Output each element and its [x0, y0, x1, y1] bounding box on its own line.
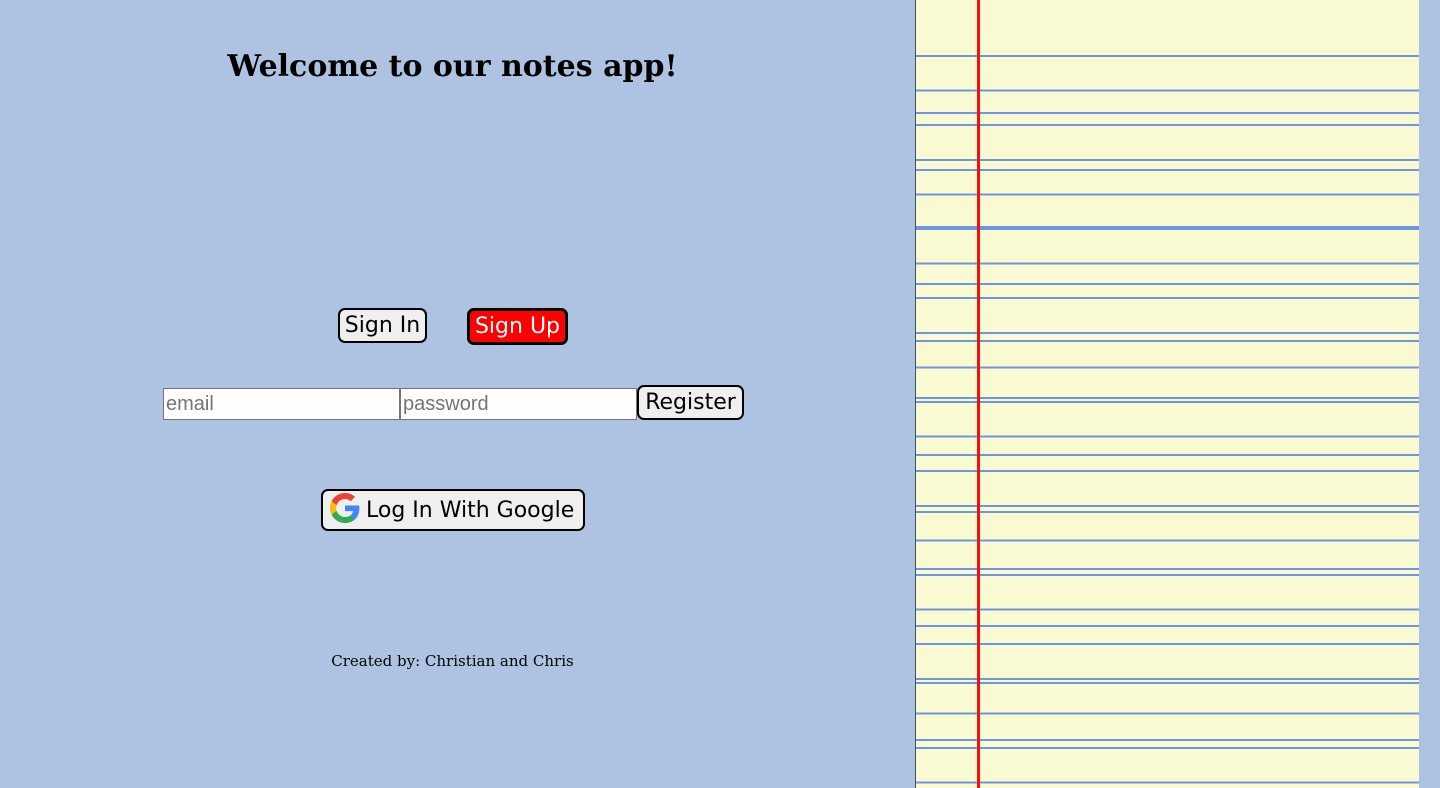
page-title: Welcome to our notes app! [227, 49, 678, 84]
email-input[interactable] [163, 388, 400, 420]
notepad-paper [915, 0, 1419, 788]
sign-in-tab-button[interactable]: Sign In [338, 308, 427, 343]
password-input[interactable] [400, 388, 637, 420]
credits-text: Created by: Christian and Chris [331, 652, 574, 670]
sign-up-tab-button[interactable]: Sign Up [467, 308, 568, 345]
right-edge-strip [1419, 0, 1440, 788]
google-login-button[interactable]: Log In With Google [321, 489, 585, 531]
google-login-label: Log In With Google [366, 497, 575, 523]
notepad-rules [916, 57, 1419, 788]
google-g-icon [330, 493, 360, 523]
auth-panel: Welcome to our notes app! Sign In Sign U… [0, 0, 915, 788]
register-button[interactable]: Register [637, 385, 744, 420]
notepad-margin-line [977, 0, 980, 788]
